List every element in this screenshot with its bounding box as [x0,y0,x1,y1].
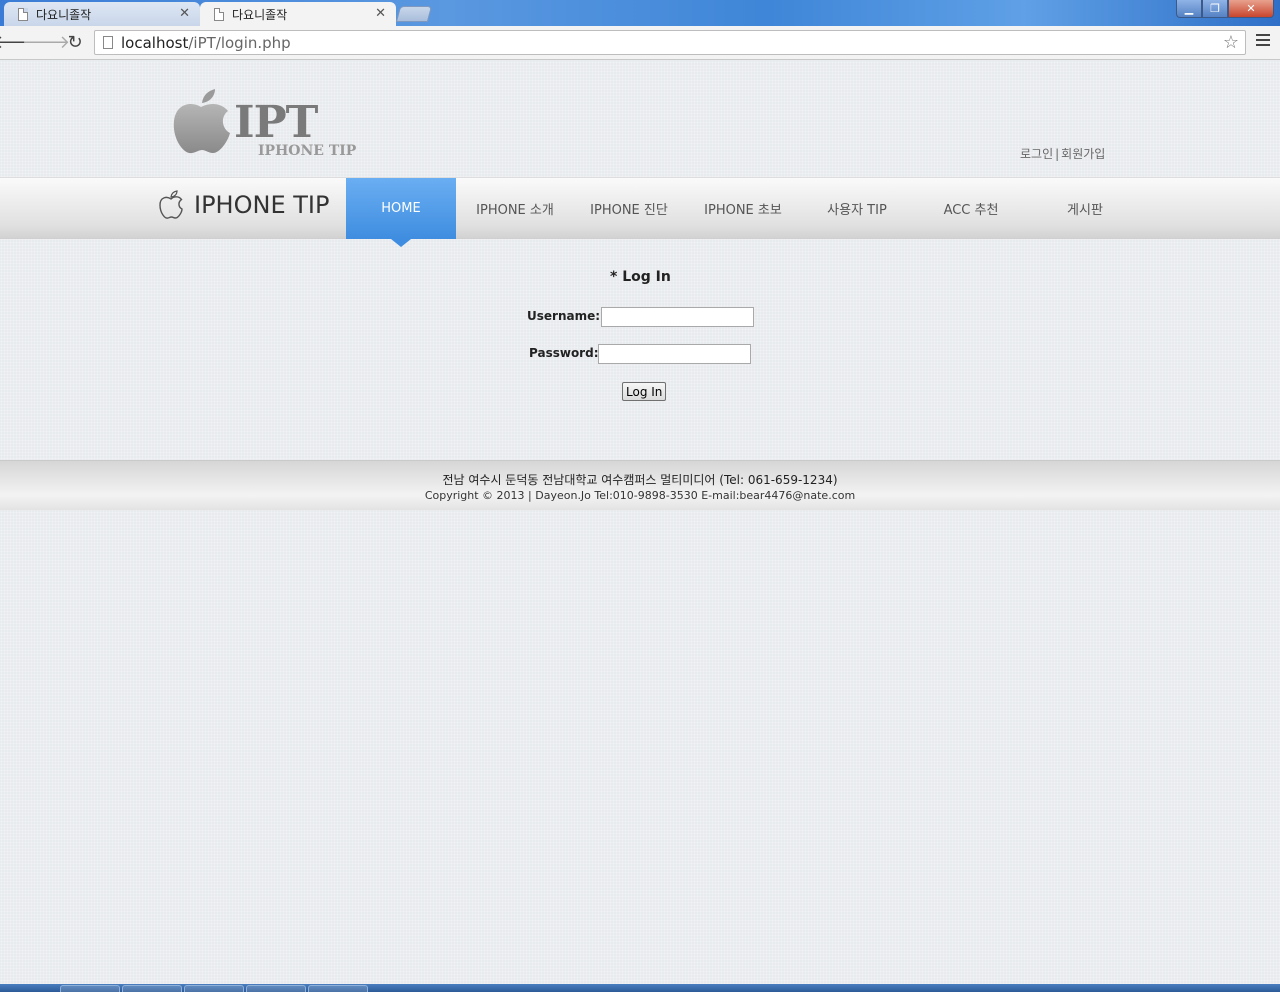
login-button[interactable]: Log In [622,382,667,401]
forward-arrow-icon[interactable]: 🡒 [22,31,70,53]
apple-logo-icon [173,89,230,154]
logo-text: IPT [234,97,318,148]
apple-outline-icon [159,190,183,219]
top-links: 로그인 | 회원가입 [1020,145,1105,162]
reload-icon[interactable]: ↻ [64,31,86,53]
nav-item-iphone-beginner[interactable]: IPHONE 초보 [688,178,798,239]
footer-copyright: Copyright © 2013 | Dayeon.Jo Tel:010-989… [424,489,856,502]
url-text[interactable]: localhost/iPT/login.php [121,34,291,52]
taskbar-button[interactable] [308,985,368,992]
close-tab-icon[interactable]: ✕ [179,6,190,21]
brand-text: IPHONE TIP [194,191,330,219]
main-navbar: IPHONE TIP HOME IPHONE 소개 IPHONE 진단 IPHO… [0,177,1280,247]
nav-item-iphone-intro[interactable]: IPHONE 소개 [460,178,570,239]
address-bar[interactable]: localhost/iPT/login.php ☆ [94,30,1246,55]
login-link[interactable]: 로그인 [1020,147,1053,161]
taskbar-button[interactable] [246,985,306,992]
browser-tab-2[interactable]: 다요니졸작 ✕ [200,2,396,26]
nav-item-iphone-diagnosis[interactable]: IPHONE 진단 [574,178,684,239]
menu-icon[interactable] [1256,34,1270,46]
page-icon [214,7,224,21]
nav-item-board[interactable]: 게시판 [1030,178,1140,239]
logo-subtext: IPHONE TIP [258,143,357,159]
password-input[interactable] [598,344,751,364]
signup-link[interactable]: 회원가입 [1061,147,1105,161]
login-title: * Log In [610,269,671,285]
nav-item-user-tip[interactable]: 사용자 TIP [802,178,912,239]
taskbar-button[interactable] [184,985,244,992]
site-logo[interactable]: IPT IPHONE TIP [168,83,358,163]
close-tab-icon[interactable]: ✕ [375,6,386,21]
footer-address: 전남 여수시 둔덕동 전남대학교 여수캠퍼스 멀티미디어 (Tel: 061-6… [442,473,838,487]
browser-tab-1[interactable]: 다요니졸작 ✕ [4,2,200,26]
nav-item-acc-recommend[interactable]: ACC 추천 [916,178,1026,239]
taskbar-button[interactable] [60,985,120,992]
new-tab-button[interactable] [395,6,433,22]
page-icon [18,7,28,21]
close-window-button[interactable]: ✕ [1228,0,1274,18]
username-input[interactable] [601,307,754,327]
nav-brand[interactable]: IPHONE TIP [158,190,329,220]
minimize-button[interactable]: ▁ [1176,0,1202,18]
windows-taskbar [0,984,1280,992]
web-page: IPT IPHONE TIP 로그인 | 회원가입 IPHONE TIP HOME … [0,61,1280,984]
maximize-button[interactable]: ❐ [1202,0,1228,18]
username-label: Username: [527,309,601,323]
browser-toolbar: 🡐 🡒 ↻ localhost/iPT/login.php ☆ [0,26,1280,60]
nav-item-home[interactable]: HOME [346,178,456,247]
bookmark-star-icon[interactable]: ☆ [1223,32,1239,53]
tab-title: 다요니졸작 [36,7,92,22]
taskbar-button[interactable] [122,985,182,992]
separator: | [1055,147,1060,161]
site-footer: 전남 여수시 둔덕동 전남대학교 여수캠퍼스 멀티미디어 (Tel: 061-6… [0,460,1280,510]
password-label: Password: [529,346,599,360]
page-icon [103,36,113,49]
tab-title: 다요니졸작 [232,7,288,22]
browser-titlebar: 다요니졸작 ✕ 다요니졸작 ✕ ▁ ❐ ✕ [0,0,1280,26]
